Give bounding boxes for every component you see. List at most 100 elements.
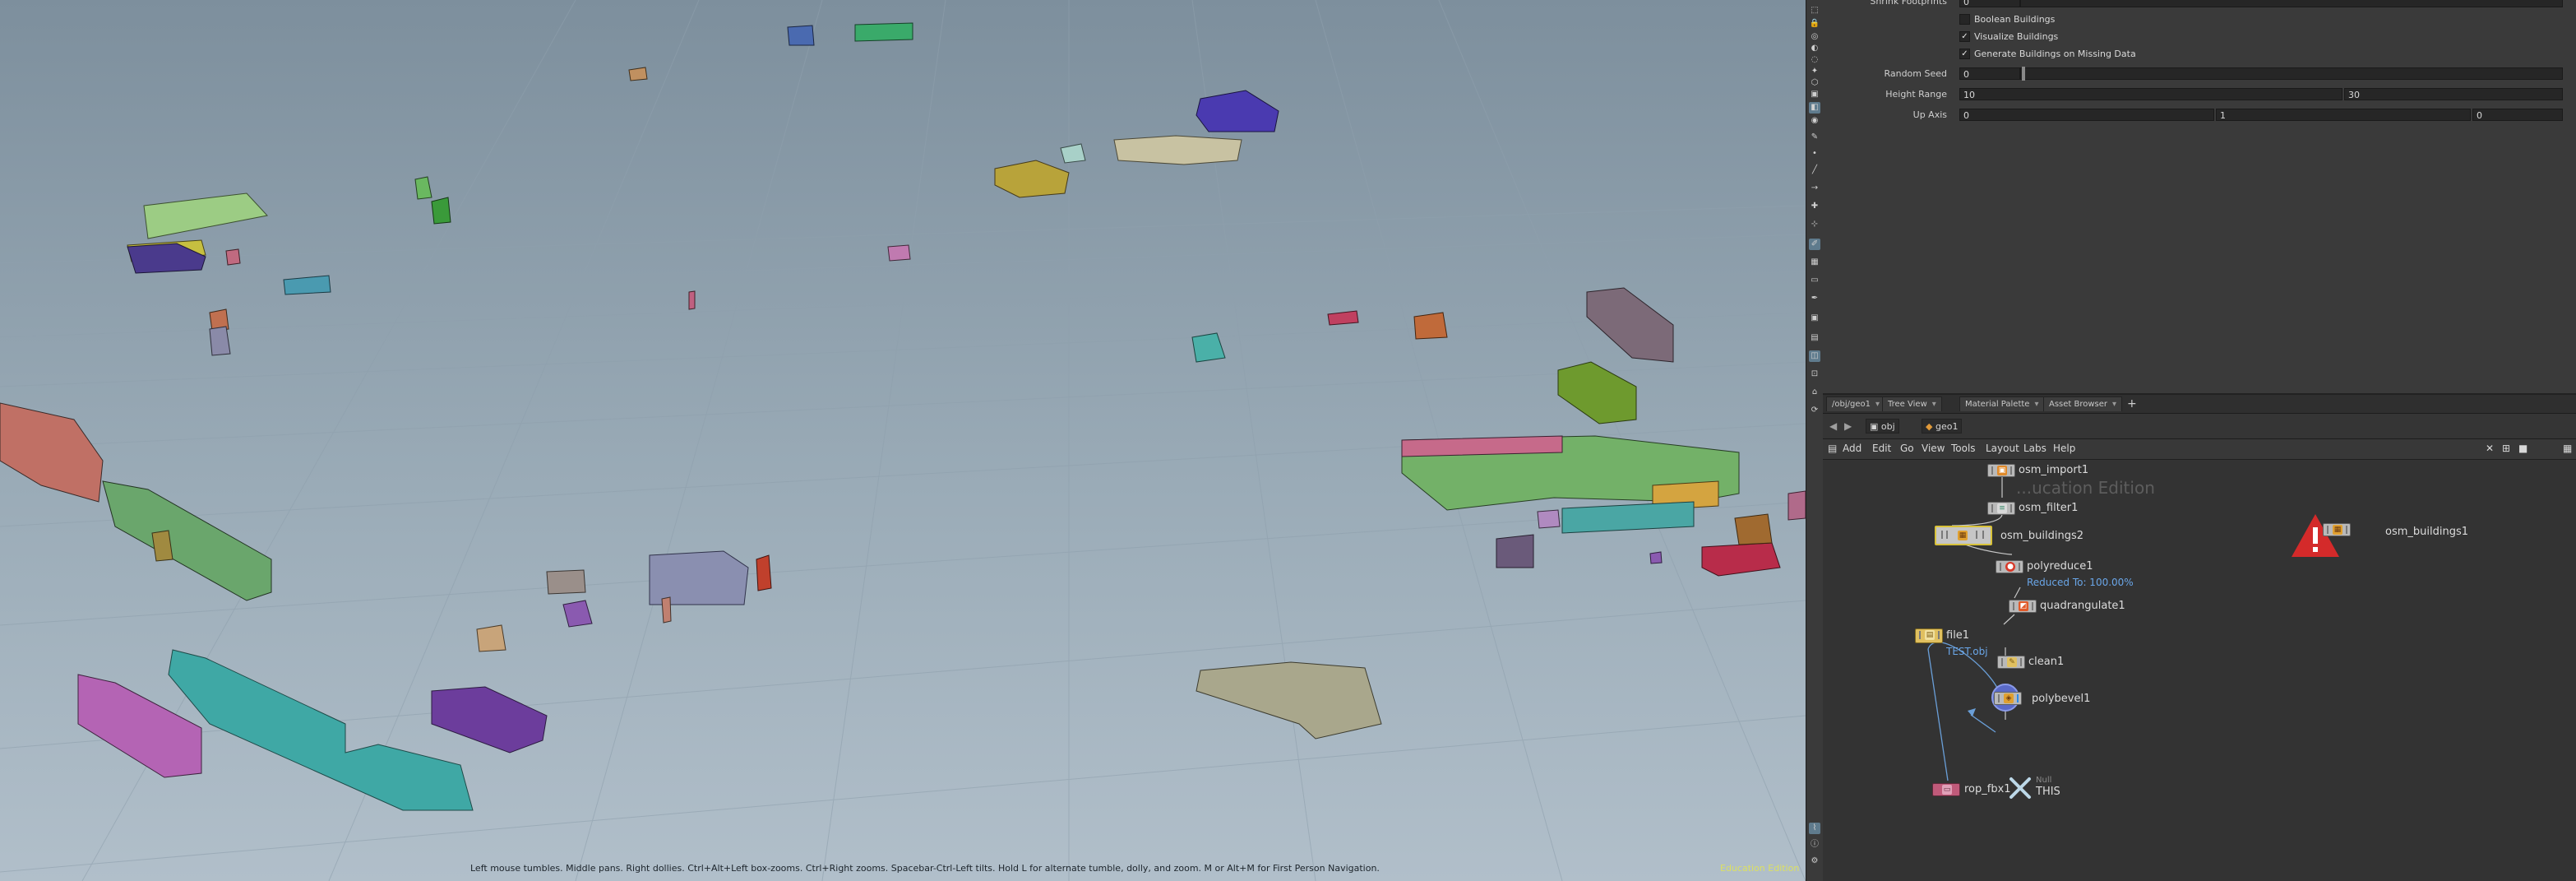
node-label: osm_filter1 <box>2019 502 2079 514</box>
info-icon[interactable]: ⓘ <box>1809 839 1820 851</box>
node-label: file1 <box>1946 629 1970 642</box>
visibility-icon[interactable]: ◉ <box>1809 115 1820 127</box>
wrench-icon[interactable]: ✕ <box>2486 443 2494 454</box>
boolean-buildings-checkbox[interactable] <box>1959 14 1970 25</box>
up-axis-y-field[interactable]: 1 <box>2216 109 2471 121</box>
menu-view[interactable]: View <box>1922 443 1945 454</box>
back-icon[interactable]: ◀ <box>1829 420 1837 432</box>
display-icon[interactable]: ◐ <box>1809 43 1820 54</box>
paint-icon[interactable]: ✎ <box>1809 132 1820 143</box>
menu-go[interactable]: Go <box>1900 443 1914 454</box>
menu-tools[interactable]: Tools <box>1951 443 1976 454</box>
checkbox-label: Generate Buildings on Missing Data <box>1974 49 2136 59</box>
forward-icon[interactable]: ▶ <box>1844 420 1852 432</box>
node-label: osm_import1 <box>2019 464 2089 476</box>
snap-icon[interactable]: ◎ <box>1809 31 1820 43</box>
node-clean1[interactable]: ✎ <box>1997 656 2025 669</box>
menu-add[interactable]: Add <box>1843 443 1861 454</box>
folder-icon: ▣ <box>1870 421 1881 432</box>
breadcrumb-geo1[interactable]: ◆ geo1 <box>1922 419 1963 434</box>
orbit-icon[interactable]: ⟳ <box>1809 405 1820 416</box>
node-stripe <box>2000 563 2001 571</box>
select-icon[interactable]: ⬚ <box>1809 5 1820 16</box>
cube-icon[interactable]: ▣ <box>1809 313 1820 324</box>
node-polyreduce1[interactable]: ● <box>1996 560 2023 573</box>
param-height-range: Height Range 10 30 <box>1823 86 2576 103</box>
edge-icon[interactable]: ╱ <box>1809 165 1820 176</box>
param-label: Shrink Footprints <box>1870 0 1947 7</box>
node-stripe <box>2013 602 2014 610</box>
up-axis-z-field[interactable]: 0 <box>2472 109 2563 121</box>
lock-icon[interactable]: 🔒 <box>1809 18 1820 30</box>
grid-icon[interactable]: ⊞ <box>2502 443 2510 454</box>
tab-asset-browser[interactable]: Asset Browser ▾ <box>2043 396 2123 411</box>
node-polybevel1[interactable]: ◈ <box>1994 692 2022 705</box>
node-osm-buildings2[interactable]: ▦ <box>1935 526 1992 545</box>
persp-icon[interactable]: ◫ <box>1809 350 1820 362</box>
node-stripe <box>1919 631 1921 639</box>
random-seed-slider[interactable] <box>2020 67 2563 80</box>
tab-tree-view[interactable]: Tree View ▾ <box>1882 396 1942 411</box>
settings-icon[interactable]: ⚙ <box>1809 855 1820 867</box>
tab-obj-geo1[interactable]: /obj/geo1 ▾ <box>1826 396 1885 411</box>
height-range-min-field[interactable]: 10 <box>1959 88 2342 100</box>
menu-help[interactable]: Help <box>2053 443 2075 454</box>
camera-icon[interactable]: ▣ <box>1809 89 1820 100</box>
brush-icon[interactable]: ✐ <box>1809 239 1820 250</box>
shrink-footprints-slider[interactable] <box>2020 0 2563 7</box>
node-osm-filter1[interactable]: ≡ <box>1987 502 2015 515</box>
handle-icon[interactable]: ⊹ <box>1809 219 1820 230</box>
pen-icon[interactable]: ✒ <box>1809 293 1820 304</box>
node-osm-import1[interactable]: ▣ <box>1987 464 2015 477</box>
scene-viewport[interactable]: Left mouse tumbles. Middle pans. Right d… <box>0 0 1806 881</box>
shade-icon[interactable]: ◧ <box>1809 102 1820 114</box>
node-stripe <box>2010 504 2012 512</box>
random-seed-field[interactable]: 0 <box>1959 67 2020 80</box>
display-options-icon[interactable]: ■ <box>2518 443 2527 454</box>
param-random-seed: Random Seed 0 <box>1823 66 2576 82</box>
ruler-icon[interactable]: ▭ <box>1809 275 1820 286</box>
node-quadrangulate1[interactable]: ◩ <box>2009 600 2037 613</box>
frame-icon[interactable]: ⊡ <box>1809 369 1820 380</box>
breadcrumb-obj[interactable]: ▣ obj <box>1866 419 1899 434</box>
param-label: Random Seed <box>1884 68 1947 79</box>
chevron-down-icon: ▾ <box>1875 400 1880 409</box>
up-axis-x-field[interactable]: 0 <box>1959 109 2214 121</box>
node-osm-buildings1[interactable]: ▦ <box>2323 523 2351 536</box>
grid-icon[interactable]: ▦ <box>1809 257 1820 268</box>
node-stripe <box>1976 531 1977 539</box>
node-stripe <box>1991 504 1993 512</box>
menu-edit[interactable]: Edit <box>1872 443 1891 454</box>
height-range-max-field[interactable]: 30 <box>2344 88 2563 100</box>
panel-menu-icon[interactable]: ▦ <box>2563 443 2572 454</box>
pin-icon[interactable]: ▤ <box>1828 443 1837 454</box>
param-visualize-buildings: ✓ Visualize Buildings <box>1823 29 2576 45</box>
menu-layout[interactable]: Layout <box>1986 443 2019 454</box>
viewport-nav-hint: Left mouse tumbles. Middle pans. Right d… <box>470 863 1380 874</box>
random-seed-slider-knob[interactable] <box>2022 67 2025 81</box>
node-file1[interactable]: ▤ <box>1915 628 1943 643</box>
node-rop-fbx1[interactable]: ▭ <box>1932 783 1960 796</box>
menu-labs[interactable]: Labs <box>2023 443 2046 454</box>
node-stripe <box>1938 631 1940 639</box>
visualize-buildings-checkbox[interactable]: ✓ <box>1959 31 1970 42</box>
ghost-icon[interactable]: ◌ <box>1809 54 1820 66</box>
null-node-icon[interactable] <box>2008 776 2033 800</box>
lasso-icon[interactable]: ⌇ <box>1809 823 1820 834</box>
pose-icon[interactable]: ✚ <box>1809 201 1820 212</box>
point-icon[interactable]: • <box>1809 148 1820 160</box>
generate-missing-checkbox[interactable]: ✓ <box>1959 49 1970 59</box>
add-tab-icon[interactable]: + <box>2127 397 2137 410</box>
light-icon[interactable]: ✦ <box>1809 66 1820 77</box>
wire-icon[interactable]: ⬡ <box>1809 77 1820 89</box>
ghost-watermark: ...ucation Edition <box>2016 478 2155 498</box>
network-editor[interactable]: ...ucation Edition ▣ osm_import1 ≡ osm_f… <box>1823 460 2576 881</box>
viewport-display-toolbar: ⬚ 🔒 ◎ ◐ ◌ ✦ ⬡ ▣ ◧ ◉ ✎ • ╱ → ✚ ⊹ ✐ ▦ ▭ ✒ ▣ ▤ ◫ ⊡ ⌂ ⟳ ⌇ ⓘ ⚙ <box>1806 0 1824 881</box>
view-icon[interactable]: ▤ <box>1809 332 1820 344</box>
vector-icon[interactable]: → <box>1809 183 1820 194</box>
shrink-footprints-field[interactable]: 0 <box>1959 0 2020 7</box>
home-icon[interactable]: ⌂ <box>1809 387 1820 398</box>
node-type-label: Null <box>2036 776 2052 785</box>
viewport-scene[interactable] <box>0 0 1806 881</box>
tab-material-palette[interactable]: Material Palette ▾ <box>1959 396 2045 411</box>
